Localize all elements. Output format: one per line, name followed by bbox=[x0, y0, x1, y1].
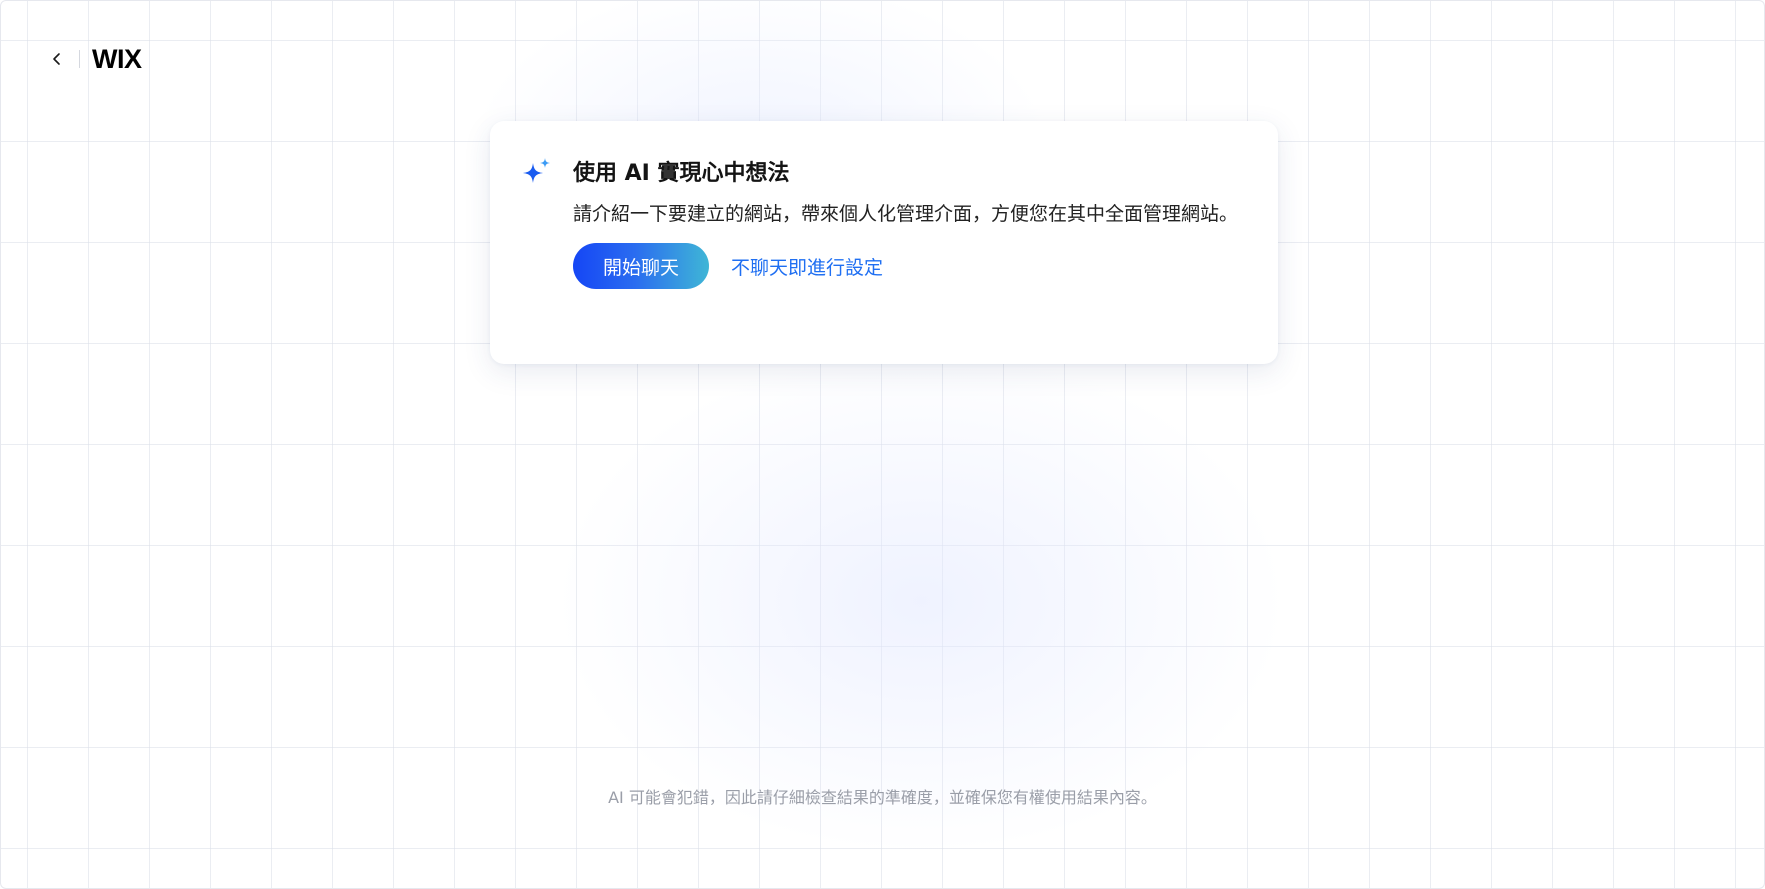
skip-chat-setup-link[interactable]: 不聊天即進行設定 bbox=[731, 253, 883, 280]
sparkle-icon bbox=[523, 158, 550, 183]
card-body: 使用 AI 實現心中想法 請介紹一下要建立的網站，帶來個人化管理介面，方便您在其… bbox=[573, 159, 1238, 289]
ai-disclaimer: AI 可能會犯錯，因此請仔細檢查結果的準確度，並確保您有權使用結果內容。 bbox=[608, 788, 1157, 807]
ai-intro-card: 使用 AI 實現心中想法 請介紹一下要建立的網站，帶來個人化管理介面，方便您在其… bbox=[490, 121, 1278, 364]
app-frame: WIX 使用 AI 實現心中想法 請介紹一下要建立的網站，帶來個人化管理介面，方… bbox=[0, 0, 1765, 889]
start-chat-button[interactable]: 開始聊天 bbox=[573, 243, 710, 289]
header-divider bbox=[79, 50, 80, 68]
back-button[interactable] bbox=[41, 43, 73, 75]
wix-logo[interactable]: WIX bbox=[92, 44, 142, 75]
card-title: 使用 AI 實現心中想法 bbox=[573, 161, 790, 186]
card-actions: 開始聊天 不聊天即進行設定 bbox=[573, 243, 1238, 289]
card-description: 請介紹一下要建立的網站，帶來個人化管理介面，方便您在其中全面管理網站。 bbox=[573, 203, 1239, 225]
top-bar: WIX bbox=[41, 39, 142, 79]
chevron-left-icon bbox=[53, 53, 60, 65]
